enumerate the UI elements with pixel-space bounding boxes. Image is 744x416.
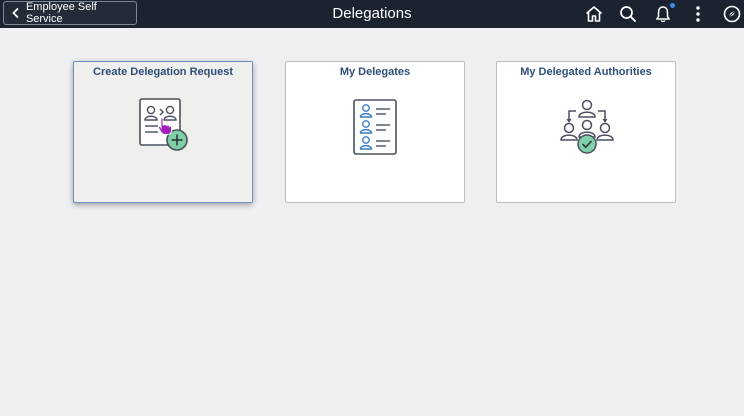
back-button-label: Employee Self Service bbox=[25, 1, 97, 25]
top-banner: Employee Self Service Delegations bbox=[0, 0, 744, 28]
home-icon[interactable] bbox=[584, 4, 604, 24]
navbar-icon[interactable] bbox=[722, 4, 742, 24]
tile-create-delegation-request[interactable]: Create Delegation Request bbox=[73, 61, 253, 203]
back-button[interactable]: Employee Self Service bbox=[3, 1, 137, 25]
notification-indicator bbox=[670, 3, 675, 8]
tile-my-delegated-authorities[interactable]: My Delegated Authorities bbox=[496, 61, 676, 203]
delegated-authorities-icon bbox=[560, 99, 614, 154]
chevron-left-icon bbox=[12, 7, 19, 19]
tile-my-delegates[interactable]: My Delegates bbox=[285, 61, 465, 203]
hand-cursor-icon bbox=[157, 117, 172, 135]
tile-title: My Delegates bbox=[339, 66, 411, 78]
search-icon[interactable] bbox=[618, 4, 638, 24]
delegates-list-icon bbox=[353, 99, 397, 155]
tile-title: My Delegated Authorities bbox=[520, 66, 652, 78]
tile-title: Create Delegation Request bbox=[93, 66, 233, 78]
actions-menu-icon[interactable] bbox=[688, 4, 708, 24]
